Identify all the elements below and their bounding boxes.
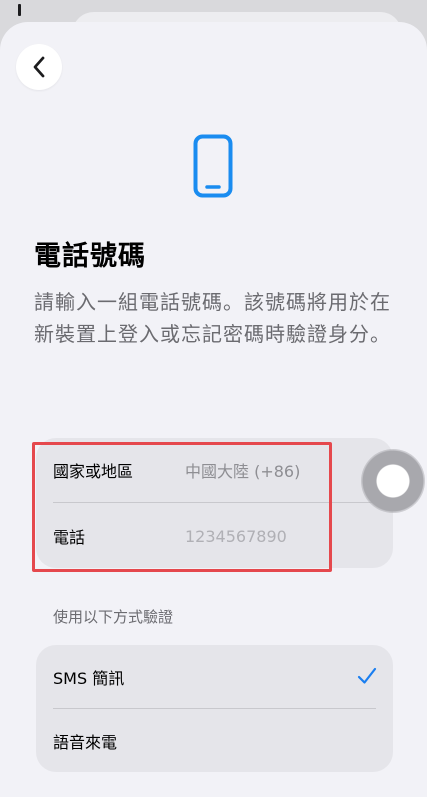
chevron-left-icon — [33, 56, 45, 78]
checkmark-icon — [357, 667, 377, 684]
page-title: 電話號碼 — [34, 241, 146, 272]
touch-indicator — [361, 449, 425, 513]
smartphone-icon — [193, 134, 233, 198]
page-description: 請輸入一組電話號碼。該號碼將用於在新裝置上登入或忘記密碼時驗證身分。 — [34, 290, 391, 346]
status-bar-mark — [18, 4, 21, 16]
option-sms-label: SMS 簡訊 — [53, 669, 125, 688]
option-sms[interactable]: SMS 簡訊 — [36, 645, 393, 709]
verify-method-group: SMS 簡訊 語音來電 — [36, 645, 393, 772]
verify-method-header: 使用以下方式驗證 — [53, 608, 174, 626]
back-button[interactable] — [16, 44, 62, 90]
option-voice-call-label: 語音來電 — [53, 733, 118, 752]
highlight-annotation-box — [32, 442, 332, 572]
option-voice-call[interactable]: 語音來電 — [36, 709, 393, 773]
